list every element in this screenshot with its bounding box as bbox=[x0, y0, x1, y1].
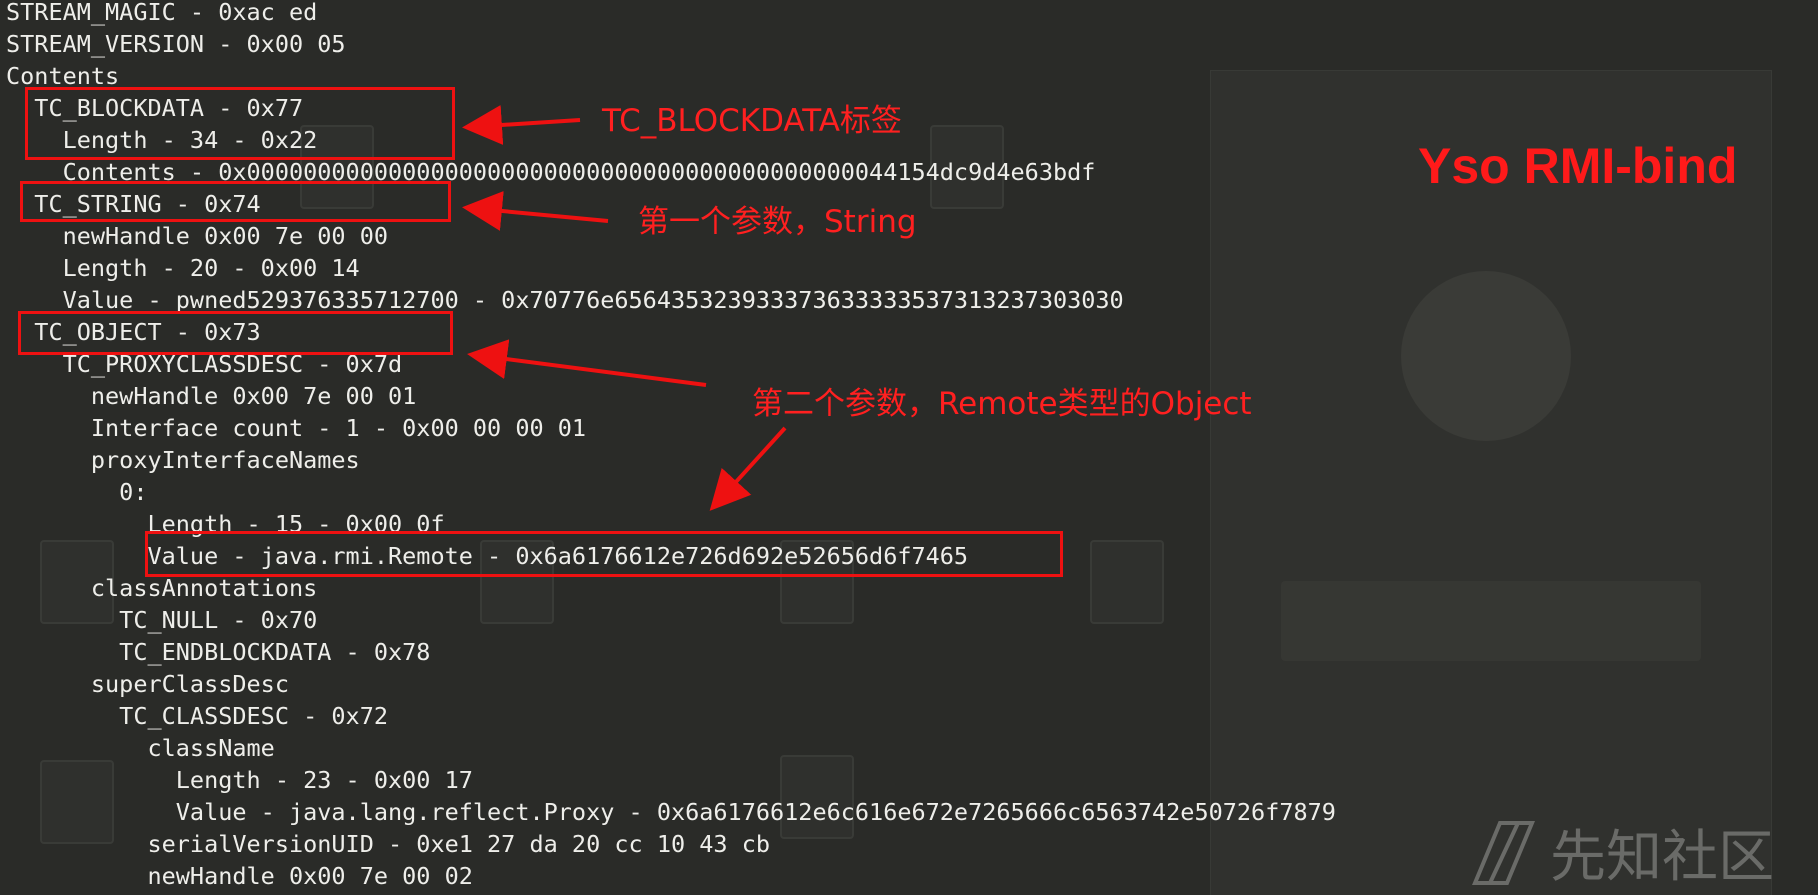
annotation-heading: Yso RMI-bind bbox=[1418, 138, 1738, 194]
arrow-remote-value-icon bbox=[709, 426, 787, 511]
watermark-logo-icon bbox=[1472, 820, 1535, 885]
annotation-string: 第一个参数，String bbox=[638, 204, 917, 240]
arrow-object-icon bbox=[467, 339, 707, 387]
arrow-string-icon bbox=[462, 191, 609, 231]
annotation-blockdata: TC_BLOCKDATA标签 bbox=[602, 103, 902, 139]
annotation-object: 第二个参数，Remote类型的Object bbox=[752, 386, 1252, 422]
annotation-arrows bbox=[462, 105, 787, 511]
watermark: 先知社区 bbox=[1470, 812, 1774, 893]
arrow-blockdata-icon bbox=[462, 105, 581, 145]
watermark-text: 先知社区 bbox=[1550, 825, 1774, 890]
